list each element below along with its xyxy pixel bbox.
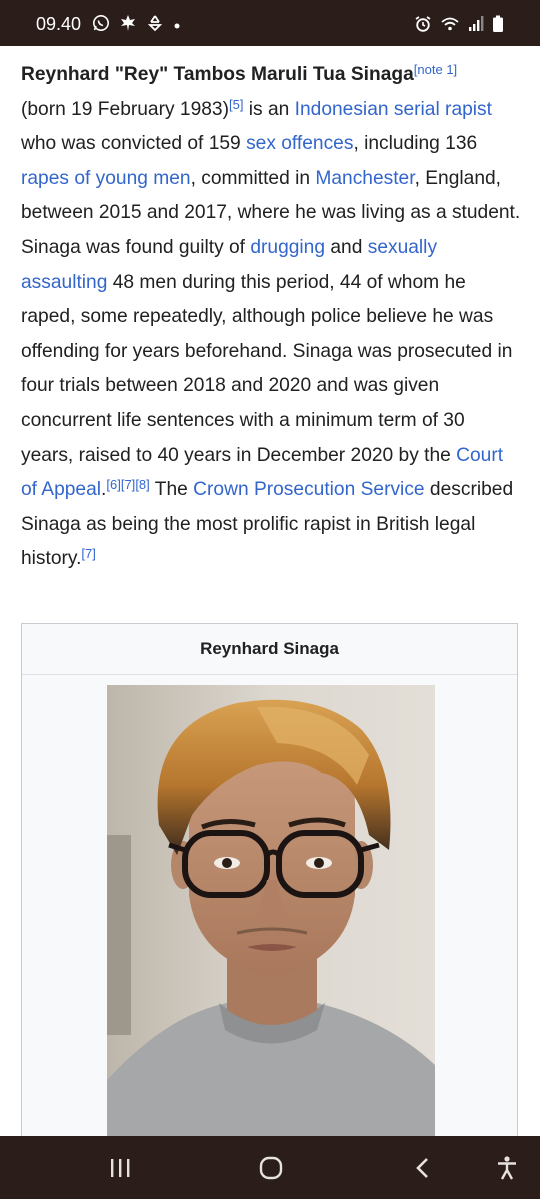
home-icon[interactable] xyxy=(251,1150,291,1186)
text-segment: is an xyxy=(243,98,295,120)
system-icons xyxy=(414,15,504,38)
ref-7b-link[interactable]: [7] xyxy=(81,546,95,561)
back-icon[interactable] xyxy=(403,1150,443,1186)
drugging-link[interactable]: drugging xyxy=(250,237,325,258)
whatsapp-icon xyxy=(92,14,110,37)
sex-offences-link[interactable]: sex offences xyxy=(246,133,353,154)
dot-icon xyxy=(173,17,181,35)
notification-icons xyxy=(92,14,181,37)
subject-name: Reynhard "Rey" Tambos Maruli Tua Sinaga xyxy=(21,64,414,85)
note-1-link[interactable]: [note 1] xyxy=(414,62,457,77)
rapes-young-men-link[interactable]: rapes of young men xyxy=(21,168,191,189)
status-time: 09.40 xyxy=(36,14,82,34)
text-segment: The xyxy=(149,479,194,501)
text-segment: , including 136 xyxy=(353,133,478,155)
wifi-icon xyxy=(440,15,460,38)
text-segment: 48 men during this period, 44 of whom he… xyxy=(21,271,513,466)
lead-paragraph: Reynhard "Rey" Tambos Maruli Tua Sinaga[… xyxy=(21,58,521,577)
leaf-icon xyxy=(119,14,137,37)
serial-rapist-link[interactable]: Indonesian serial rapist xyxy=(295,99,492,120)
ref-8-link[interactable]: [8] xyxy=(135,477,149,492)
recycle-icon xyxy=(146,14,164,37)
ref-7-link[interactable]: [7] xyxy=(121,477,135,492)
cps-link[interactable]: Crown Prosecution Service xyxy=(193,479,424,500)
signal-icon xyxy=(468,15,484,38)
text-segment: , committed in xyxy=(190,167,316,189)
subject-photo[interactable] xyxy=(107,685,435,1175)
manchester-link[interactable]: Manchester xyxy=(315,168,414,189)
article-body: Reynhard "Rey" Tambos Maruli Tua Sinaga[… xyxy=(21,58,521,577)
accessibility-icon[interactable] xyxy=(487,1150,527,1186)
status-bar: 09.40 xyxy=(0,0,540,46)
infobox: Reynhard Sinaga xyxy=(21,623,518,1183)
text-segment: who was convicted of 159 xyxy=(21,133,247,155)
alarm-icon xyxy=(414,15,432,38)
text-segment: and xyxy=(325,236,368,258)
ref-6-link[interactable]: [6] xyxy=(106,477,120,492)
birth-text: (born 19 February 1983) xyxy=(21,98,229,120)
infobox-title: Reynhard Sinaga xyxy=(22,624,517,675)
recent-apps-icon[interactable] xyxy=(100,1150,140,1186)
ref-5-link[interactable]: [5] xyxy=(229,97,243,112)
navigation-bar xyxy=(0,1136,540,1199)
battery-icon xyxy=(492,15,504,38)
